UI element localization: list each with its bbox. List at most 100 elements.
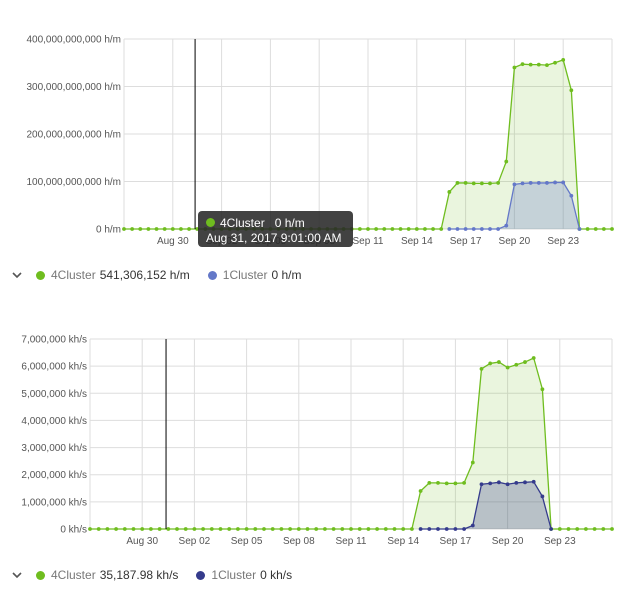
legend-label-1cluster[interactable]: 1Cluster [223, 268, 268, 282]
point-1cluster [514, 480, 519, 485]
point-1cluster [436, 527, 440, 531]
point-4cluster [375, 527, 379, 531]
point-1cluster [549, 527, 553, 531]
point-4cluster [357, 527, 362, 531]
point-4cluster [349, 527, 353, 531]
point-4cluster [523, 360, 527, 364]
point-4cluster [427, 480, 432, 485]
point-4cluster [96, 527, 101, 531]
point-4cluster [296, 527, 301, 531]
point-4cluster [244, 527, 249, 531]
legend-dot-4cluster[interactable] [36, 270, 45, 280]
x-tick-label: Sep 08 [283, 536, 315, 547]
point-4cluster [305, 527, 310, 531]
point-4cluster [262, 527, 266, 531]
point-4cluster [227, 527, 232, 531]
chart-tooltip: 4Cluster 0 h/m Aug 31, 2017 9:01:00 AM [198, 211, 353, 247]
legend-value-4cluster: 35,187.98 kh/s [99, 568, 179, 582]
tooltip-timestamp: Aug 31, 2017 9:01:00 AM [206, 231, 342, 245]
point-4cluster [140, 527, 145, 531]
y-tick-label: 1,000,000 kh/s [21, 497, 87, 508]
point-4cluster [192, 527, 197, 531]
legend-label-4cluster[interactable]: 4Cluster [51, 268, 96, 282]
point-4cluster [444, 481, 449, 486]
legend-value-4cluster: 541,306,152 h/m [99, 268, 190, 282]
point-4cluster [479, 366, 484, 371]
chevron-down-icon[interactable] [12, 271, 28, 279]
point-4cluster [584, 527, 588, 531]
point-1cluster [462, 527, 466, 531]
legend-label-1cluster[interactable]: 1Cluster [211, 568, 256, 582]
x-tick-label: Aug 30 [126, 536, 158, 547]
x-tick-label: Sep 11 [336, 536, 367, 547]
point-1cluster [540, 494, 545, 499]
point-4cluster [331, 527, 336, 531]
point-1cluster [444, 527, 449, 531]
point-4cluster [601, 527, 606, 531]
point-1cluster [470, 523, 475, 528]
point-4cluster [418, 489, 423, 493]
point-4cluster [131, 527, 136, 531]
point-1cluster [488, 481, 493, 486]
legend-dot-1cluster[interactable] [196, 570, 206, 580]
y-tick-label: 4,000,000 kh/s [21, 416, 87, 427]
point-4cluster [149, 527, 153, 531]
point-4cluster [157, 527, 162, 531]
point-4cluster [505, 365, 510, 370]
x-tick-label: Sep 05 [231, 536, 263, 547]
top-legend: 4Cluster 541,306,152 h/m 1Cluster 0 h/m [12, 266, 301, 284]
point-4cluster [566, 527, 571, 531]
point-4cluster [88, 527, 92, 531]
point-4cluster [288, 527, 292, 531]
y-tick-label: 6,000,000 kh/s [21, 362, 87, 373]
point-4cluster [279, 527, 284, 531]
point-4cluster [488, 361, 493, 366]
bottom-legend: 4Cluster 35,187.98 kh/s 1Cluster 0 kh/s [12, 566, 292, 584]
tooltip-series-dot [206, 218, 215, 227]
chevron-down-icon[interactable] [12, 571, 28, 579]
point-4cluster [183, 527, 188, 531]
point-4cluster [314, 527, 319, 531]
y-tick-label: 0 kh/s [60, 525, 87, 536]
tooltip-value: 0 h/m [274, 215, 305, 230]
point-4cluster [410, 527, 414, 531]
point-1cluster [505, 482, 510, 487]
point-4cluster [540, 387, 545, 392]
point-4cluster [201, 527, 206, 531]
point-4cluster [392, 527, 397, 531]
y-tick-label: 2,000,000 kh/s [21, 470, 87, 481]
bottom-chart: 0 kh/s 1,000,000 kh/s 2,000,000 kh/s 3,000,… [21, 335, 614, 547]
point-4cluster [557, 527, 562, 531]
x-tick-label: Sep 20 [492, 536, 524, 547]
point-4cluster [340, 527, 345, 531]
tooltip-series-label: 4Cluster [220, 215, 265, 230]
point-4cluster [209, 527, 214, 531]
point-4cluster [470, 460, 475, 465]
point-4cluster [323, 527, 327, 531]
legend-label-4cluster[interactable]: 4Cluster [51, 568, 96, 582]
legend-dot-4cluster[interactable] [36, 570, 45, 580]
point-4cluster [114, 527, 118, 531]
point-4cluster [236, 527, 240, 531]
point-4cluster [175, 527, 179, 531]
point-1cluster [531, 479, 536, 484]
point-4cluster [383, 527, 388, 531]
point-4cluster [497, 360, 501, 364]
point-4cluster [218, 527, 223, 531]
point-4cluster [592, 527, 597, 531]
point-1cluster [453, 527, 458, 531]
point-4cluster [453, 481, 458, 486]
x-tick-label: Sep 17 [440, 536, 472, 547]
legend-dot-1cluster[interactable] [207, 270, 217, 280]
x-tick-label: Sep 14 [387, 536, 419, 547]
legend-value-1cluster: 0 kh/s [260, 568, 293, 582]
point-1cluster [523, 480, 527, 485]
point-4cluster [122, 527, 127, 531]
x-tick-label: Sep 23 [544, 536, 576, 547]
point-4cluster [436, 480, 440, 485]
y-tick-label: 5,000,000 kh/s [21, 389, 87, 400]
point-4cluster [105, 527, 110, 531]
point-1cluster [427, 527, 432, 531]
point-4cluster [575, 527, 580, 531]
point-4cluster [610, 527, 614, 531]
